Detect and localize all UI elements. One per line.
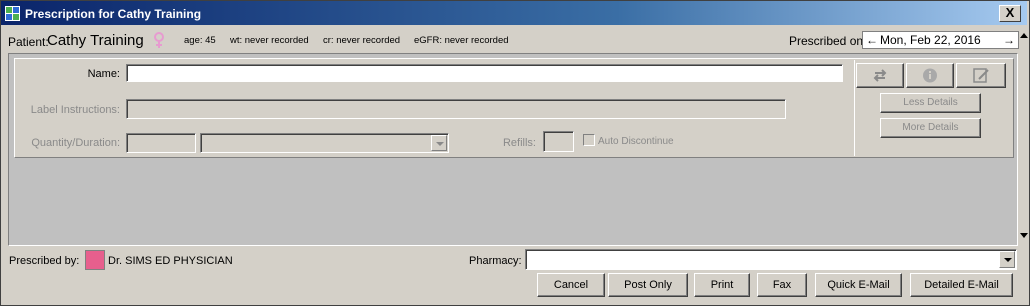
quantity-field[interactable] [126, 133, 196, 153]
name-label: Name: [87, 68, 120, 80]
more-details-button[interactable]: More Details [880, 118, 981, 138]
scroll-up-icon[interactable] [1020, 33, 1028, 38]
chevron-down-icon [436, 142, 444, 146]
previous-date-arrow-icon[interactable]: ← [866, 33, 878, 47]
label-instructions-label: Label Instructions: [30, 104, 120, 116]
info-button[interactable] [906, 63, 954, 88]
window-title: Prescription for Cathy Training [25, 7, 202, 21]
auto-discontinue-checkbox[interactable] [583, 134, 595, 146]
swap-button[interactable] [856, 63, 904, 88]
prescribed-on-date-picker[interactable]: ← Mon, Feb 22, 2016 → [862, 31, 1019, 49]
patient-name: Cathy Training [47, 32, 144, 49]
prescribed-on-date: Mon, Feb 22, 2016 [880, 33, 981, 47]
scroll-down-icon[interactable] [1020, 233, 1028, 238]
label-instructions-field[interactable] [126, 99, 786, 119]
prescriber-name[interactable]: Dr. SIMS ED PHYSICIAN [108, 255, 233, 267]
duration-dropdown-button[interactable] [431, 135, 447, 151]
print-button[interactable]: Print [694, 273, 750, 297]
chevron-down-icon [1004, 258, 1012, 262]
close-button[interactable]: X [999, 5, 1021, 22]
app-icon [5, 6, 20, 21]
duration-dropdown[interactable] [200, 133, 449, 153]
prescribed-on-label: Prescribed on: [789, 34, 867, 48]
patient-age: age: 45 [184, 35, 216, 46]
patient-egfr: eGFR: never recorded [414, 35, 509, 46]
auto-discontinue-label: Auto Discontinue [598, 136, 674, 147]
info-icon [923, 68, 937, 83]
prescribed-by-label: Prescribed by: [9, 255, 80, 267]
prescriber-color-swatch [85, 250, 105, 270]
refills-label: Refills: [502, 137, 536, 149]
patient-label: Patient: [8, 35, 49, 49]
patient-cr: cr: never recorded [323, 35, 401, 46]
pharmacy-label: Pharmacy: [469, 255, 522, 267]
patient-weight: wt: never recorded [230, 35, 309, 46]
less-details-button[interactable]: Less Details [880, 93, 981, 113]
quick-email-button[interactable]: Quick E-Mail [815, 273, 902, 297]
cancel-button[interactable]: Cancel [537, 273, 605, 297]
fax-button[interactable]: Fax [757, 273, 807, 297]
pharmacy-dropdown[interactable] [525, 249, 1017, 270]
panel-divider [854, 60, 855, 156]
quantity-duration-label: Quantity/Duration: [31, 137, 120, 149]
pharmacy-dropdown-button[interactable] [999, 251, 1015, 268]
post-only-button[interactable]: Post Only [608, 273, 688, 297]
vertical-scrollbar[interactable] [1019, 30, 1029, 245]
refills-field[interactable] [543, 131, 574, 152]
detailed-email-button[interactable]: Detailed E-Mail [910, 273, 1013, 297]
swap-arrows-icon [873, 69, 887, 82]
female-icon [154, 32, 164, 48]
edit-note-icon [973, 68, 989, 83]
medication-name-input[interactable] [126, 64, 843, 82]
next-date-arrow-icon[interactable]: → [1003, 33, 1015, 47]
title-bar[interactable]: Prescription for Cathy Training X [1, 1, 1027, 25]
edit-note-button[interactable] [956, 63, 1006, 88]
